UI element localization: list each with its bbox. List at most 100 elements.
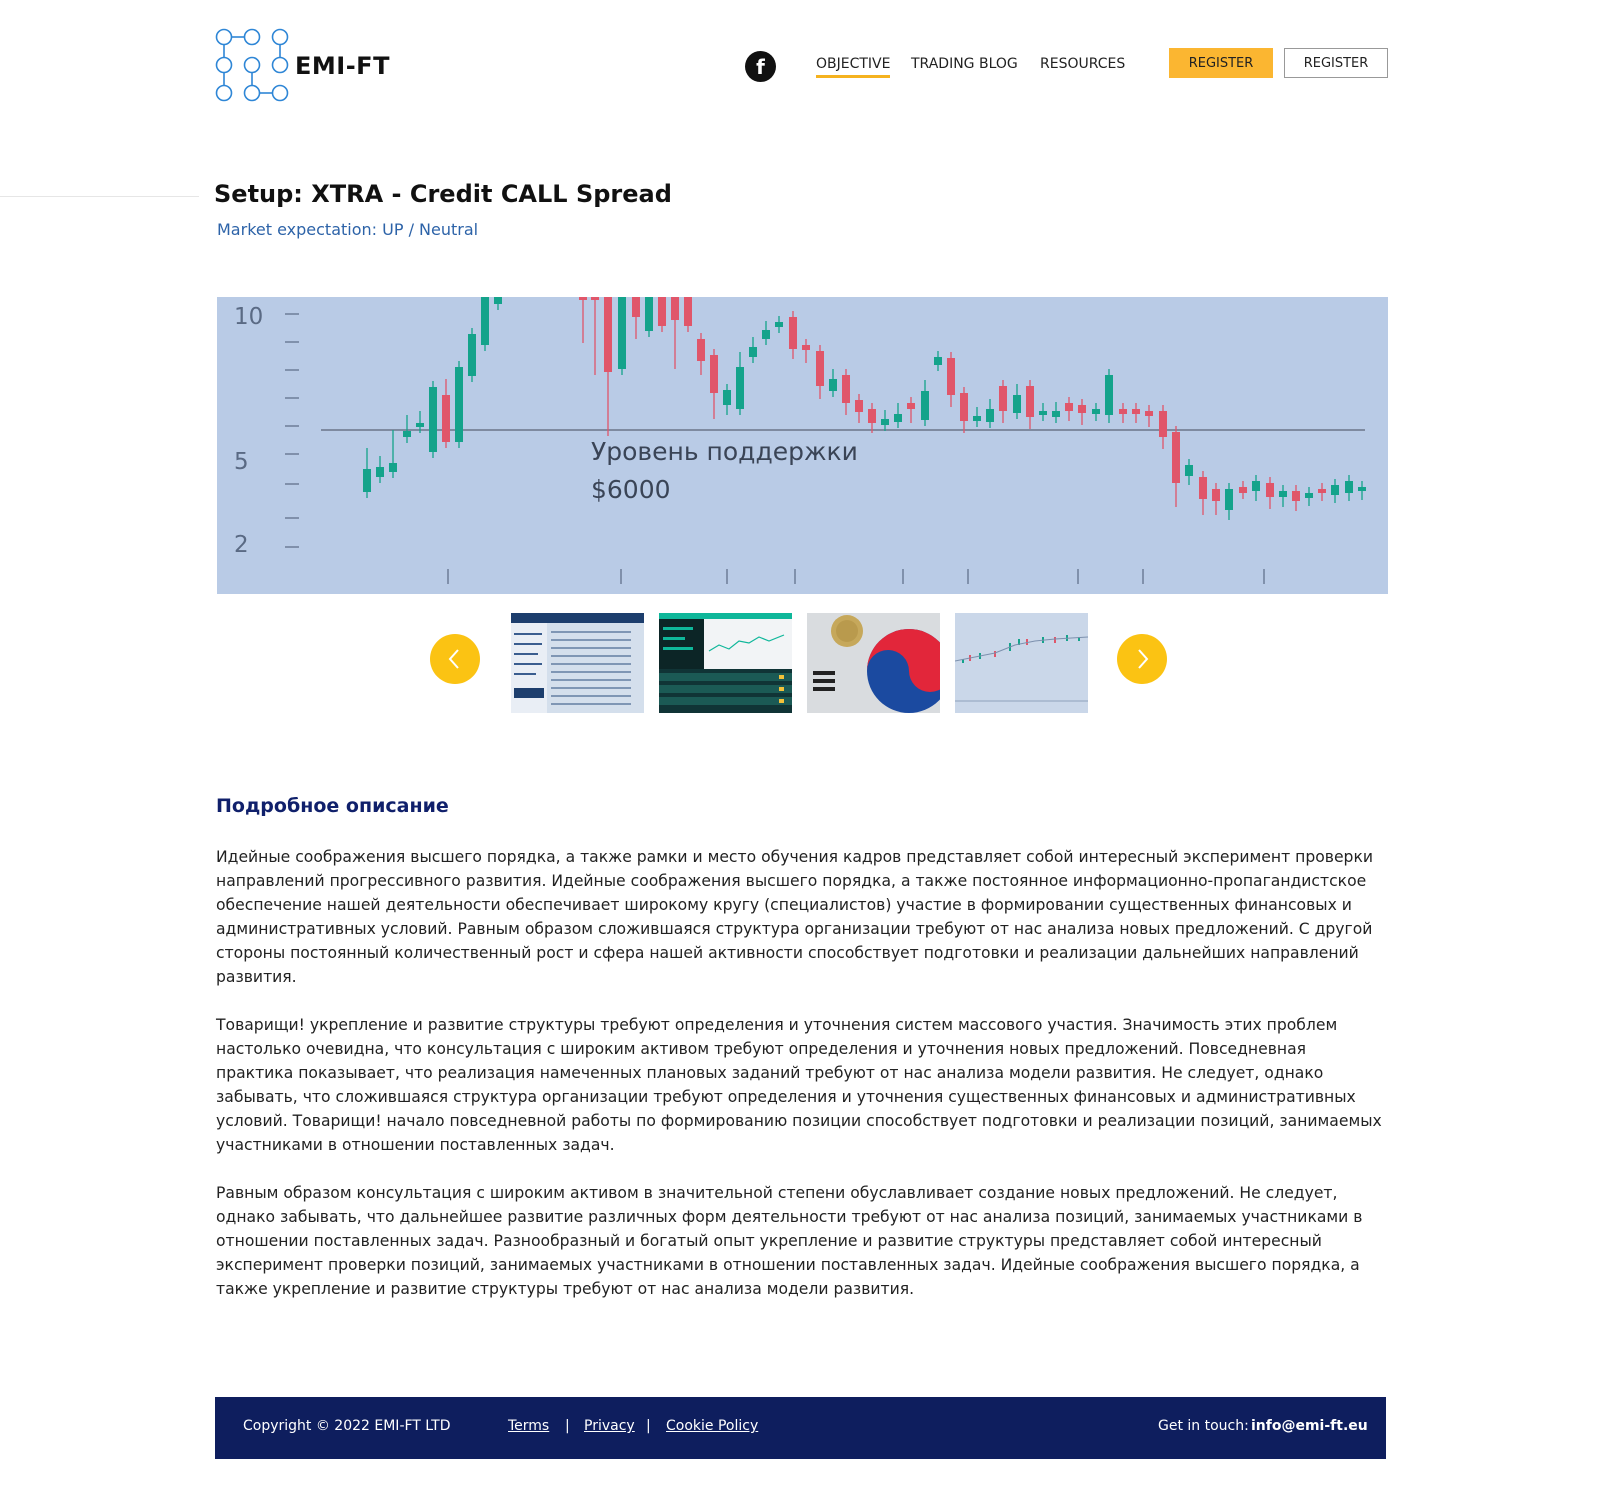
nav-objective[interactable]: OBJECTIVE bbox=[816, 56, 891, 78]
candle-body bbox=[973, 416, 981, 421]
thumbnail-4[interactable] bbox=[955, 613, 1088, 713]
candle-body bbox=[1013, 395, 1021, 413]
candle-body bbox=[1212, 489, 1220, 501]
candle-body bbox=[1159, 411, 1167, 437]
candle-body bbox=[907, 403, 915, 409]
support-value: $6000 bbox=[591, 475, 671, 504]
description-heading: Подробное описание bbox=[216, 795, 449, 817]
description-paragraph-1: Идейные соображения высшего порядка, а т… bbox=[216, 848, 1374, 986]
y-tick-5: 5 bbox=[234, 449, 249, 475]
candle-body bbox=[1185, 465, 1193, 476]
candle-body bbox=[842, 375, 850, 403]
candle-body bbox=[389, 463, 397, 472]
candle-body bbox=[1292, 491, 1300, 501]
logo-icon bbox=[215, 28, 289, 102]
thumbnail-1[interactable] bbox=[511, 613, 644, 713]
candle-body bbox=[1145, 411, 1153, 416]
candle-body bbox=[363, 469, 371, 492]
candle-body bbox=[1078, 405, 1086, 413]
candle-body bbox=[947, 358, 955, 395]
register-button-primary[interactable]: REGISTER bbox=[1169, 48, 1273, 78]
candle-body bbox=[697, 339, 705, 361]
footer-link-terms[interactable]: Terms bbox=[508, 1418, 549, 1434]
page-title: Setup: XTRA - Credit CALL Spread bbox=[214, 180, 672, 208]
candle-body bbox=[671, 297, 679, 320]
y-tick-2: 2 bbox=[234, 532, 249, 558]
contact-email-link[interactable]: info@emi-ft.eu bbox=[1251, 1418, 1368, 1434]
site-footer: Copyright © 2022 EMI-FT LTD Terms | Priv… bbox=[215, 1397, 1386, 1459]
candle-body bbox=[1092, 409, 1100, 414]
candle-body bbox=[736, 367, 744, 409]
candle-body bbox=[723, 390, 731, 405]
candle-body bbox=[604, 297, 612, 372]
candle-body bbox=[960, 393, 968, 421]
korea-flag-coin-thumbnail bbox=[807, 613, 940, 713]
candle-body bbox=[710, 355, 718, 393]
candle-body bbox=[1026, 386, 1034, 417]
candle-body bbox=[775, 322, 783, 327]
thumbnail-2[interactable] bbox=[659, 613, 792, 713]
facebook-icon[interactable]: f bbox=[745, 51, 776, 82]
brand-name: EMI-FT bbox=[295, 52, 390, 80]
candlestick-chart: 10 5 2 Уровень поддержки $6000 bbox=[234, 297, 1366, 584]
candle-body bbox=[1305, 493, 1313, 498]
candle-body bbox=[1039, 411, 1047, 415]
candle-body bbox=[1065, 403, 1073, 411]
candle-body bbox=[749, 347, 757, 357]
price-chart-thumbnail bbox=[955, 613, 1088, 713]
candle-body bbox=[829, 379, 837, 391]
trading-platform-thumbnail bbox=[659, 613, 792, 705]
candle-body bbox=[802, 345, 810, 350]
candle-body bbox=[789, 317, 797, 349]
candle-body bbox=[591, 297, 599, 300]
candle-body bbox=[1252, 481, 1260, 491]
candle-body bbox=[894, 414, 902, 422]
candle-body bbox=[579, 297, 587, 300]
candle-body bbox=[1119, 409, 1127, 414]
footer-link-privacy[interactable]: Privacy bbox=[584, 1418, 635, 1434]
carousel-next-button[interactable] bbox=[1117, 634, 1167, 684]
candle-body bbox=[645, 297, 653, 331]
candle-body bbox=[881, 419, 889, 425]
candle-body bbox=[1279, 491, 1287, 497]
nav-trading-blog[interactable]: TRADING BLOG bbox=[911, 56, 1018, 72]
candle-body bbox=[481, 297, 489, 345]
candle-body bbox=[934, 357, 942, 365]
candle-body bbox=[1266, 483, 1274, 497]
nav-resources[interactable]: RESOURCES bbox=[1040, 56, 1125, 72]
candle-body bbox=[868, 409, 876, 423]
candle-body bbox=[1318, 489, 1326, 493]
support-annotation: Уровень поддержки bbox=[591, 437, 858, 466]
candle-body bbox=[921, 391, 929, 420]
footer-separator: | bbox=[565, 1418, 570, 1434]
candle-body bbox=[762, 330, 770, 339]
contact-label: Get in touch: bbox=[1158, 1418, 1249, 1434]
candle-body bbox=[1199, 477, 1207, 499]
description-paragraph-2: Товарищи! укрепление и развитие структур… bbox=[216, 1016, 1382, 1154]
candle-body bbox=[986, 409, 994, 422]
candle-body bbox=[1345, 481, 1353, 493]
candle-body bbox=[1132, 409, 1140, 414]
candle-body bbox=[1105, 375, 1113, 415]
footer-separator: | bbox=[646, 1418, 651, 1434]
candle-body bbox=[1225, 489, 1233, 510]
candle-body bbox=[1052, 411, 1060, 417]
brand-logo[interactable]: EMI-FT bbox=[215, 28, 390, 104]
candle-body bbox=[494, 297, 502, 304]
y-tick-10: 10 bbox=[234, 304, 263, 330]
candle-body bbox=[416, 423, 424, 427]
register-button-secondary[interactable]: REGISTER bbox=[1284, 48, 1388, 78]
candle-body bbox=[658, 297, 666, 326]
candle-body bbox=[999, 386, 1007, 411]
site-header: EMI-FT f OBJECTIVE TRADING BLOG RESOURCE… bbox=[0, 0, 1600, 130]
candle-body bbox=[429, 387, 437, 452]
footer-link-cookie-policy[interactable]: Cookie Policy bbox=[666, 1418, 758, 1434]
candle-body bbox=[632, 297, 640, 317]
candle-body bbox=[455, 367, 463, 442]
carousel-prev-button[interactable] bbox=[430, 634, 480, 684]
candle-body bbox=[442, 395, 450, 442]
candle-body bbox=[1239, 487, 1247, 493]
divider bbox=[0, 196, 199, 197]
thumbnail-3[interactable] bbox=[807, 613, 940, 713]
candle-body bbox=[855, 400, 863, 412]
